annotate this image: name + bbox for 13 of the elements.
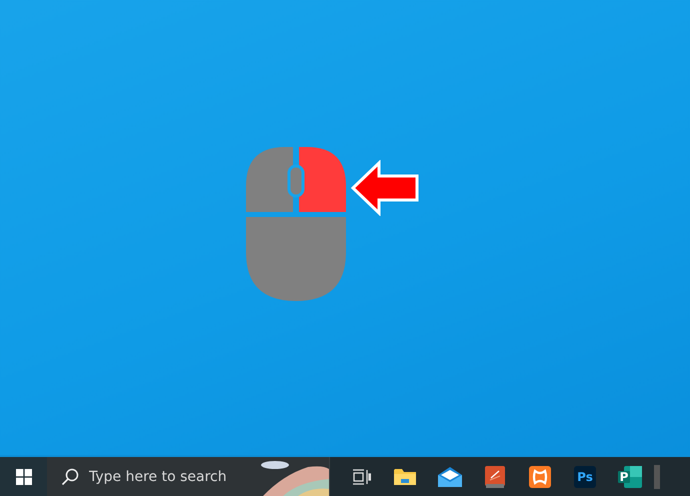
task-view-icon[interactable] — [353, 468, 371, 484]
mail-icon[interactable] — [438, 466, 462, 486]
book-icon[interactable] — [484, 466, 504, 488]
arrow-icon — [350, 160, 420, 216]
search-field[interactable]: Type here to search — [87, 468, 261, 486]
search-box[interactable]: Type here to search — [47, 457, 330, 496]
windows-logo-icon — [16, 468, 32, 484]
app-letters: Ps — [576, 470, 592, 484]
search-icon — [61, 468, 79, 486]
photoshop-icon[interactable]: Ps — [574, 466, 596, 488]
start-button[interactable] — [0, 457, 47, 496]
folder-icon[interactable] — [394, 468, 416, 486]
app-letter: P — [619, 470, 628, 484]
